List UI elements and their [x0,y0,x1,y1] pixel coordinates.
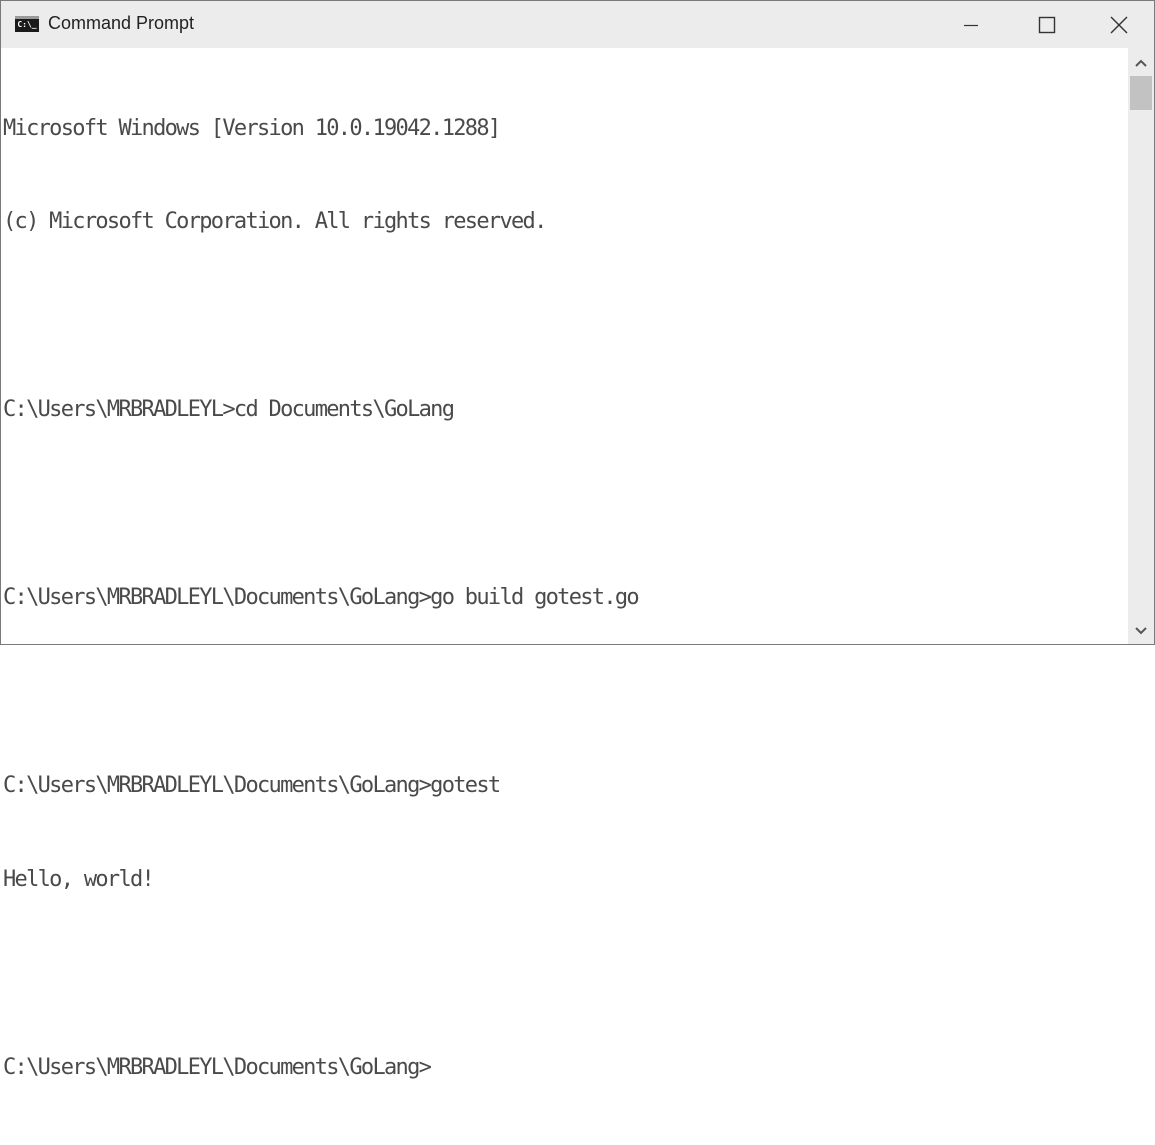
close-button[interactable] [1087,1,1151,48]
console-output: Microsoft Windows [Version 10.0.19042.12… [3,50,640,1145]
command-prompt-window: C:\_ Command Prompt Microsoft Windows [V… [0,0,1155,1080]
maximize-icon [1038,16,1056,33]
console-line: Hello, world! [3,866,155,892]
console-line: C:\Users\MRBRADLEYL\Documents\GoLang>got… [3,772,501,798]
cmd-icon-text: C:\_ [17,20,37,29]
console-prompt-line[interactable]: C:\Users\MRBRADLEYL\Documents\GoLang> [3,1052,638,1083]
close-icon [1110,16,1128,33]
scroll-down-button[interactable] [1128,618,1154,644]
chevron-down-icon [1135,627,1147,635]
cmd-icon[interactable]: C:\_ [15,16,39,32]
minimize-button[interactable] [939,1,1003,48]
console-area[interactable]: Microsoft Windows [Version 10.0.19042.12… [1,48,1128,1080]
maximize-button[interactable] [1015,1,1079,48]
scrollbar-thumb[interactable] [1130,76,1152,110]
console-line: C:\Users\MRBRADLEYL\Documents\GoLang>go … [3,585,640,611]
console-line: C:\Users\MRBRADLEYL>cd Documents\GoLang [3,397,455,423]
vertical-scrollbar[interactable] [1128,48,1154,644]
title-bar[interactable]: C:\_ Command Prompt [1,1,1154,48]
scroll-up-button[interactable] [1128,50,1154,76]
console-line: (c) Microsoft Corporation. All rights re… [3,209,547,235]
console-line: Microsoft Windows [Version 10.0.19042.12… [3,115,501,141]
minimize-icon [964,24,978,26]
window-title: Command Prompt [48,13,195,33]
chevron-up-icon [1135,59,1147,67]
